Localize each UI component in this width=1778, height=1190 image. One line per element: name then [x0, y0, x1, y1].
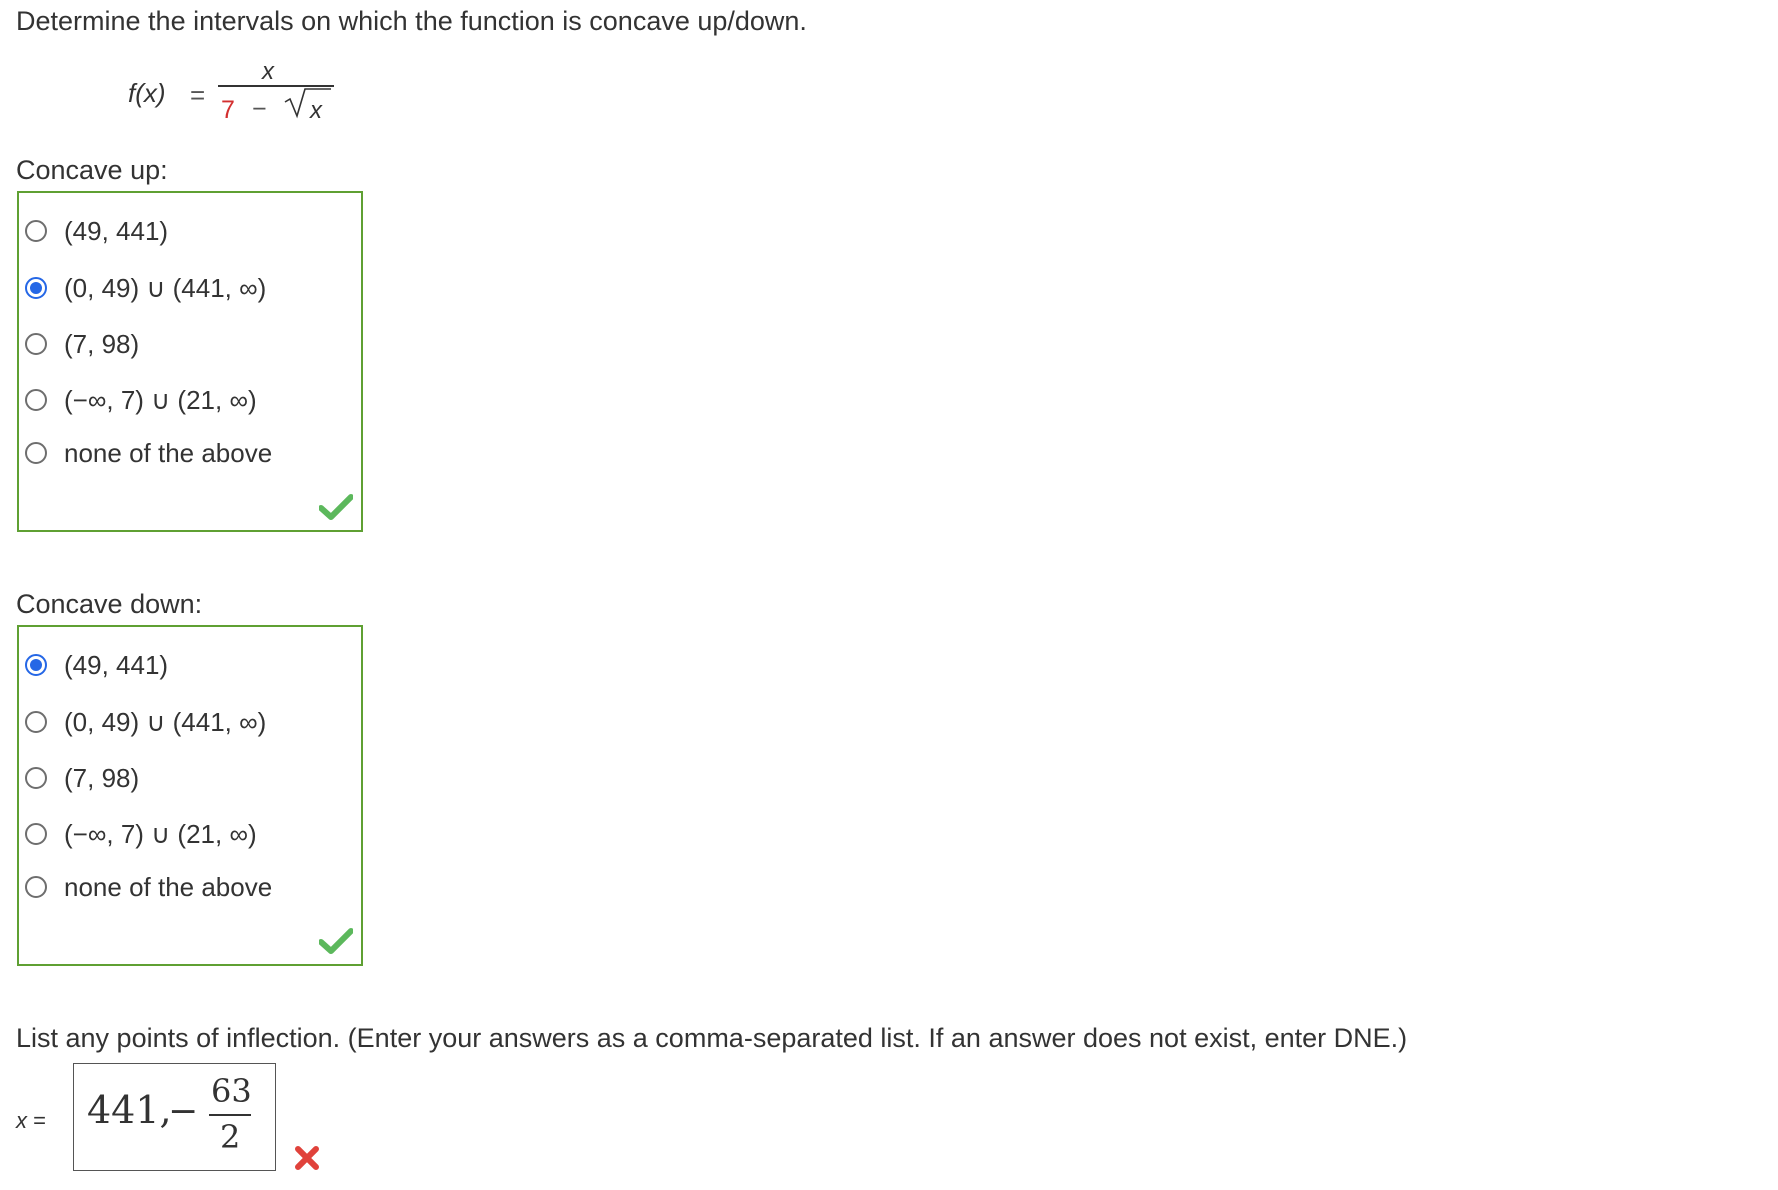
concave-down-label: Concave down: [16, 589, 203, 619]
concave-down-option[interactable]: (49, 441) [25, 645, 168, 685]
radio-button[interactable] [25, 442, 47, 464]
option-label: (7, 98) [64, 328, 140, 359]
denominator-constant: 7 [221, 96, 235, 124]
option-label: (49, 441) [64, 649, 169, 680]
fraction-numerator: x [262, 58, 274, 85]
option-label: (−∞, 7) ∪ (21, ∞) [64, 818, 257, 849]
concave-down-option[interactable]: none of the above [25, 867, 272, 907]
radio-button-selected[interactable] [25, 654, 47, 676]
sqrt-radicand: x [310, 97, 322, 124]
inflection-answer-input[interactable]: 441, − 63 2 [73, 1063, 276, 1171]
inflection-prompt: List any points of inflection. (Enter yo… [16, 1023, 1408, 1053]
option-label: (49, 441) [64, 215, 169, 246]
correct-check-icon [319, 494, 353, 520]
concave-down-option[interactable]: (0, 49) ∪ (441, ∞) [25, 702, 266, 742]
concave-down-choices: (49, 441) (0, 49) ∪ (441, ∞) (7, 98) (−∞… [17, 625, 363, 966]
concave-up-option[interactable]: (7, 98) [25, 324, 139, 364]
sqrt-symbol [284, 88, 331, 119]
concave-up-option[interactable]: (−∞, 7) ∪ (21, ∞) [25, 380, 257, 420]
radio-button[interactable] [25, 333, 47, 355]
radio-button[interactable] [25, 876, 47, 898]
concave-up-label: Concave up: [16, 155, 168, 185]
radio-button[interactable] [25, 767, 47, 789]
equals-sign: = [190, 80, 206, 110]
radio-button[interactable] [25, 823, 47, 845]
answer-variable-label: x = [16, 1108, 46, 1134]
concave-up-choices: (49, 441) (0, 49) ∪ (441, ∞) (7, 98) (−∞… [17, 191, 363, 532]
option-label: (7, 98) [64, 762, 140, 793]
option-label: (−∞, 7) ∪ (21, ∞) [64, 384, 257, 415]
answer-first-value: 441, [87, 1088, 172, 1132]
denominator-minus: − [252, 95, 267, 123]
concave-up-option[interactable]: (0, 49) ∪ (441, ∞) [25, 268, 266, 308]
option-label: none of the above [64, 871, 273, 902]
option-label: (0, 49) ∪ (441, ∞) [64, 272, 267, 303]
answer-minus-sign: − [168, 1091, 199, 1132]
radio-button-selected[interactable] [25, 277, 47, 299]
answer-fraction-bar [209, 1114, 251, 1116]
variable-x: x [16, 1108, 27, 1133]
concave-down-option[interactable]: (−∞, 7) ∪ (21, ∞) [25, 814, 257, 854]
correct-check-icon [319, 928, 353, 954]
equals-sign: = [33, 1108, 46, 1133]
function-label: f(x) [128, 78, 166, 108]
answer-fraction-denominator: 2 [220, 1118, 241, 1156]
concave-up-option[interactable]: none of the above [25, 433, 272, 473]
radio-button[interactable] [25, 220, 47, 242]
radio-button[interactable] [25, 711, 47, 733]
option-label: (0, 49) ∪ (441, ∞) [64, 706, 267, 737]
function-formula: f(x) = x 7 − x [0, 0, 360, 130]
option-label: none of the above [64, 437, 273, 468]
answer-fraction-numerator: 63 [211, 1072, 252, 1110]
incorrect-x-icon [295, 1146, 319, 1170]
concave-up-option[interactable]: (49, 441) [25, 211, 168, 251]
radio-button[interactable] [25, 389, 47, 411]
concave-down-option[interactable]: (7, 98) [25, 758, 139, 798]
